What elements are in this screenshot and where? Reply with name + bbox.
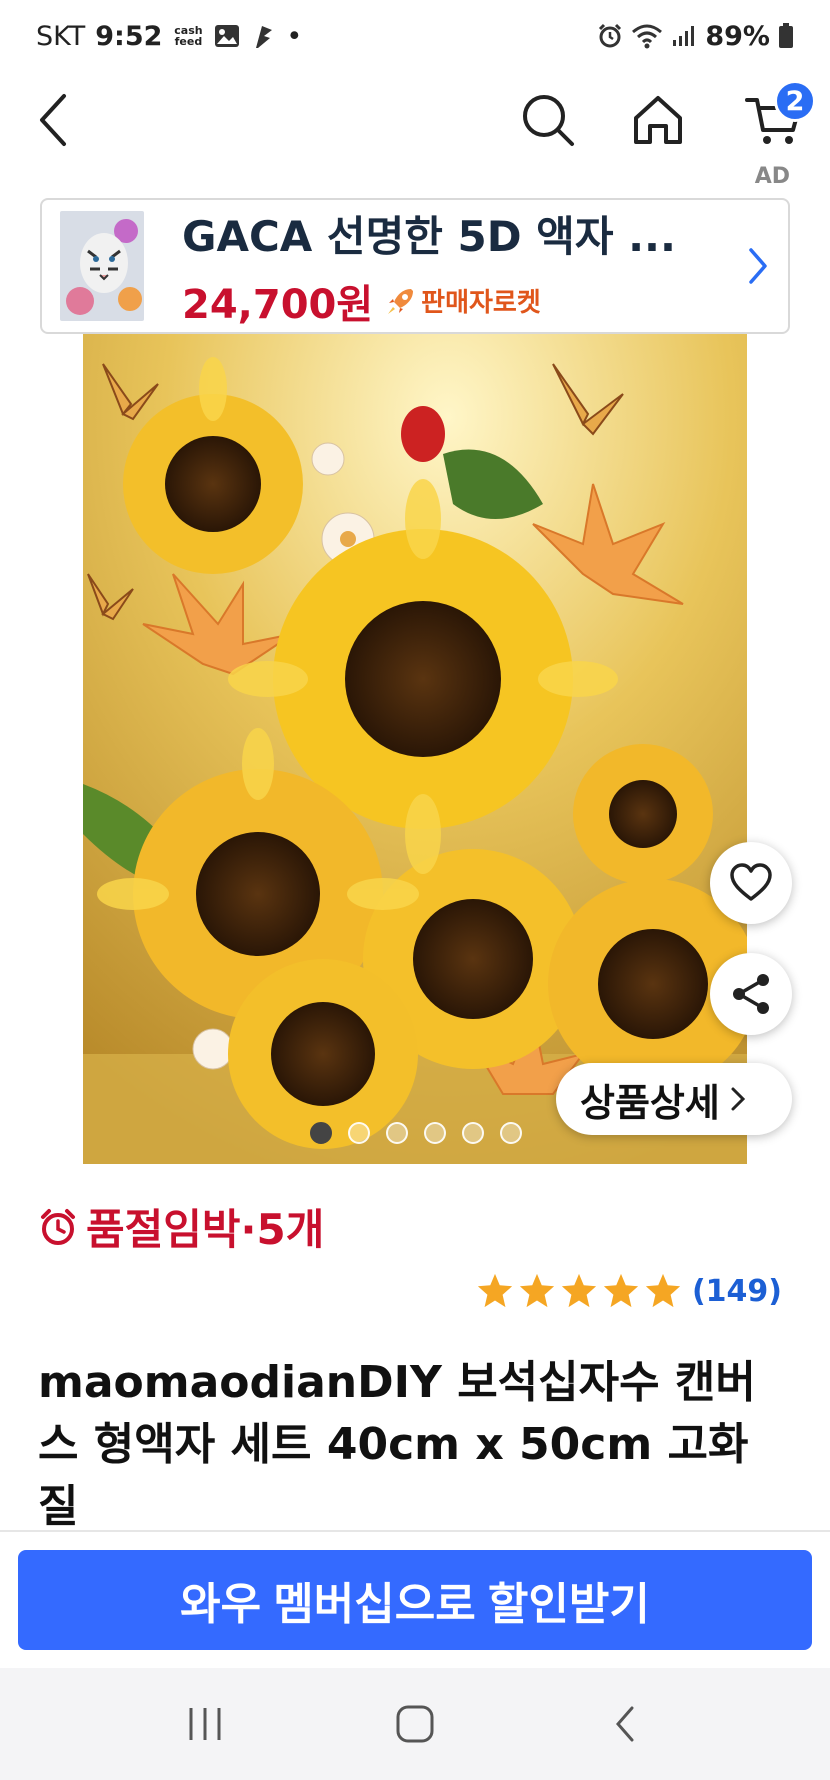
back-button[interactable] <box>14 80 94 160</box>
signal-icon <box>671 24 697 48</box>
carousel-dot[interactable] <box>310 1122 332 1144</box>
share-button[interactable] <box>710 953 792 1035</box>
product-detail-label: 상품상세 <box>580 1080 720 1125</box>
carousel-dot[interactable] <box>500 1122 522 1144</box>
star-icon <box>477 1273 513 1308</box>
recent-apps-icon <box>189 1708 221 1740</box>
ad-product-thumbnail <box>60 211 144 321</box>
status-right: 89% <box>597 21 794 52</box>
product-detail-button[interactable]: 상품상세 <box>556 1063 792 1135</box>
heart-icon <box>730 863 772 901</box>
star-icon <box>519 1273 555 1308</box>
carrier-label: SKT <box>36 20 86 52</box>
app-notification-icon <box>250 22 276 50</box>
battery-percent: 89% <box>705 20 770 52</box>
ad-price: 24,700원 <box>182 281 374 328</box>
cashfeed-icon: cash feed <box>174 24 203 48</box>
review-count[interactable]: (149) <box>692 1274 782 1309</box>
home-button[interactable] <box>618 80 698 160</box>
carousel-dot[interactable] <box>348 1122 370 1144</box>
wow-membership-discount-button[interactable]: 와우 멤버십으로 할인받기 <box>18 1550 812 1650</box>
cart-count-badge: 2 <box>774 80 816 122</box>
carousel-dot[interactable] <box>462 1122 484 1144</box>
favorite-button[interactable] <box>710 842 792 924</box>
home-nav-button[interactable] <box>365 1684 465 1764</box>
carousel-dots <box>310 1122 522 1144</box>
alarm-icon <box>597 23 623 49</box>
carousel-dot[interactable] <box>386 1122 408 1144</box>
alarm-clock-icon <box>41 1208 75 1245</box>
gallery-icon <box>214 24 240 48</box>
ad-price-row: 24,700원 판매자로켓 <box>182 272 728 330</box>
back-nav-icon <box>616 1706 634 1742</box>
ad-banner[interactable]: GACA 선명한 5D 액자 ... 24,700원 판매자로켓 <box>40 198 790 334</box>
rocket-icon <box>388 288 414 314</box>
chevron-right-icon <box>731 1087 745 1111</box>
star-icon <box>645 1273 681 1308</box>
ad-title: GACA 선명한 5D 액자 ... <box>182 211 676 261</box>
low-stock-notice: 품절임박·5개 <box>38 1196 324 1257</box>
system-nav-bar <box>0 1668 830 1780</box>
ad-text: GACA 선명한 5D 액자 ... 24,700원 판매자로켓 <box>182 203 728 330</box>
battery-icon <box>778 23 794 49</box>
recent-apps-button[interactable] <box>155 1684 255 1764</box>
product-image <box>83 334 747 1164</box>
status-bar: SKT 9:52 cash feed • 89% <box>0 0 830 72</box>
seller-rocket-badge: 판매자로켓 <box>385 282 541 319</box>
search-icon <box>523 95 574 146</box>
product-title: maomaodianDIY 보석십자수 캔버스 형액자 세트 40cm x 50… <box>38 1357 756 1530</box>
status-left: SKT 9:52 cash feed • <box>36 21 302 52</box>
ad-label: AD <box>754 164 790 189</box>
star-icon <box>561 1273 597 1308</box>
low-stock-text: 품절임박·5개 <box>86 1205 325 1254</box>
product-image-carousel[interactable] <box>83 334 747 1164</box>
home-icon <box>634 96 682 144</box>
share-icon <box>733 974 769 1014</box>
ad-chevron-right-icon <box>728 246 788 286</box>
back-arrow-icon <box>40 94 66 146</box>
search-button[interactable] <box>508 80 588 160</box>
wifi-icon <box>631 23 663 49</box>
home-circle-icon <box>396 1705 434 1743</box>
divider <box>0 1530 830 1532</box>
cart-button[interactable]: 2 <box>728 80 818 160</box>
carousel-dot[interactable] <box>424 1122 446 1144</box>
notification-dot: • <box>286 20 303 52</box>
clock: 9:52 <box>95 20 163 52</box>
star-icon <box>603 1273 639 1308</box>
rating[interactable]: (149) <box>476 1272 782 1310</box>
seller-rocket-label: 판매자로켓 <box>421 288 541 318</box>
top-nav: 2 <box>0 72 830 172</box>
back-nav-button[interactable] <box>575 1684 675 1764</box>
